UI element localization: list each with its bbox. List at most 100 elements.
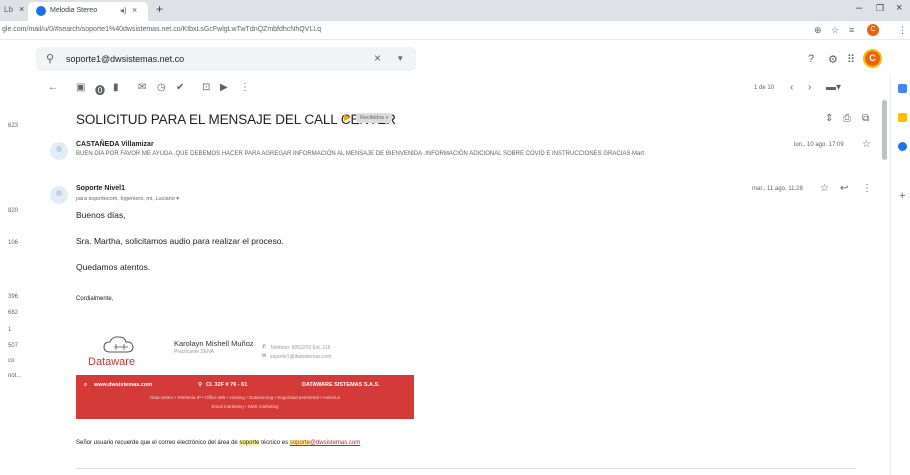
message-sender[interactable]: CASTAÑEDA Villamizar xyxy=(76,141,154,148)
active-tab[interactable]: Melodia Stereo ◂) × xyxy=(28,2,148,21)
logo-wordmark: Dataware xyxy=(88,356,136,368)
banner-location-icon: ⚲ xyxy=(198,382,203,388)
clear-search-icon[interactable]: × xyxy=(374,51,381,65)
delete-icon[interactable]: ▮ xyxy=(113,82,119,93)
message-date: mar., 11 ago. 11:28 xyxy=(752,186,803,192)
tab-favicon-icon xyxy=(36,6,46,16)
browser-profile-avatar[interactable]: C xyxy=(867,24,879,36)
move-to-icon[interactable]: ⊡ xyxy=(202,82,210,93)
more-message-options-icon[interactable]: ⋮ xyxy=(862,183,872,194)
report-spam-icon[interactable]: ⓿ xyxy=(95,82,105,97)
add-task-icon[interactable]: ✔ xyxy=(176,82,184,93)
banner-services: Data center • Telefonía IP • Office 365 … xyxy=(149,395,341,400)
calendar-icon[interactable] xyxy=(898,84,907,93)
sidebar-count[interactable]: co xyxy=(8,358,14,364)
help-icon[interactable]: ? xyxy=(808,53,814,65)
star-icon[interactable]: ☆ xyxy=(862,139,871,150)
sidebar-count[interactable]: 820 xyxy=(8,208,18,214)
sidebar-count[interactable]: 396 xyxy=(8,294,18,300)
body-greeting: Buenos días, xyxy=(76,210,126,220)
keep-icon[interactable] xyxy=(898,113,907,122)
archive-icon[interactable]: ▣ xyxy=(76,82,85,93)
browser-tab-strip: Lb × Melodia Stereo ◂) × + – ❐ × xyxy=(0,0,910,21)
zoom-icon[interactable]: ⊕ xyxy=(814,25,822,36)
banner-web-icon: ⌕ xyxy=(84,382,88,388)
address-bar: gle.com/mail/u/0/#search/soporte1%40dwsi… xyxy=(0,21,910,40)
new-window-icon[interactable]: ⧉ xyxy=(862,113,869,124)
url-text[interactable]: gle.com/mail/u/0/#search/soporte1%40dwsi… xyxy=(2,26,321,33)
newer-icon[interactable]: ‹ xyxy=(790,82,793,93)
minimize-icon[interactable]: – xyxy=(856,2,862,14)
mail-icon: ✉ xyxy=(262,353,267,359)
important-marker-icon[interactable]: ▶ xyxy=(344,112,351,123)
banner-address: Cl. 32F # 76 - 61 xyxy=(206,382,248,388)
star-icon[interactable]: ☆ xyxy=(820,183,829,194)
message-sender[interactable]: Soporte Nivel1 xyxy=(76,185,125,192)
message-date: lun., 10 ago. 17:09 xyxy=(794,142,844,148)
older-icon[interactable]: › xyxy=(808,82,811,93)
snooze-icon[interactable]: ◷ xyxy=(157,82,166,93)
close-tab-icon[interactable]: × xyxy=(132,5,137,15)
close-tab-icon[interactable]: × xyxy=(19,4,24,14)
phone-icon: ✆ xyxy=(262,344,267,350)
mark-unread-icon[interactable]: ✉ xyxy=(138,82,146,93)
signature-phone: Teléfono: 6052203 Ext. 116 xyxy=(270,345,331,351)
label-icon[interactable]: ▶ xyxy=(220,82,228,93)
notice-text: Señor usuario recuerde que el correo ele… xyxy=(76,440,240,446)
search-icon[interactable]: ⚲ xyxy=(46,52,54,65)
signature-name: Karolayn Mishell Muñoz xyxy=(174,339,254,348)
tasks-icon[interactable] xyxy=(898,142,907,151)
scrollbar-thumb[interactable] xyxy=(882,100,887,160)
print-icon[interactable]: ⎙ xyxy=(843,113,851,124)
sidebar-count[interactable]: 507 xyxy=(8,343,18,349)
signature-email[interactable]: soporte1@dwsistemas.com xyxy=(270,354,332,360)
more-options-icon[interactable]: ⋮ xyxy=(240,82,250,93)
previous-tab-fragment[interactable]: Lb xyxy=(4,5,13,14)
browser-menu-icon[interactable]: ⋮ xyxy=(898,25,907,36)
notice-highlight: soporte xyxy=(239,440,260,446)
sidebar-count[interactable]: 106 xyxy=(8,240,18,246)
search-options-icon[interactable]: ▾ xyxy=(398,53,403,64)
gmail-header: ⚲ soporte1@dwsistemas.net.co × ▾ xyxy=(0,40,910,76)
sender-avatar xyxy=(50,186,68,204)
settings-icon[interactable]: ⚙ xyxy=(828,53,838,66)
signature-role: Practicante SENA xyxy=(174,349,215,355)
support-email-link[interactable]: soporte@dwsistemas.com xyxy=(289,440,360,446)
maximize-icon[interactable]: ❐ xyxy=(876,3,884,14)
body-paragraph: Sra. Martha, solicitamos audio para real… xyxy=(76,236,284,246)
search-bar[interactable]: ⚲ soporte1@dwsistemas.net.co × ▾ xyxy=(36,47,416,71)
window-close-icon[interactable]: × xyxy=(896,2,902,14)
search-input[interactable]: soporte1@dwsistemas.net.co xyxy=(66,54,184,64)
bookmark-star-icon[interactable]: ☆ xyxy=(831,25,839,36)
tab-title: Melodia Stereo xyxy=(50,7,98,14)
side-panel-rail xyxy=(890,76,910,475)
sender-avatar xyxy=(50,142,68,160)
reading-list-icon[interactable]: ≡ xyxy=(849,25,854,35)
audio-icon[interactable]: ◂) xyxy=(120,6,127,15)
recipients-line[interactable]: para soportecom, Ingeniero, mí, Luciano … xyxy=(76,196,179,202)
sidebar-count[interactable]: 682 xyxy=(8,310,18,316)
add-addon-icon[interactable]: + xyxy=(899,190,905,202)
reply-icon[interactable]: ↩ xyxy=(840,183,848,194)
sidebar-count[interactable]: 1 xyxy=(8,327,11,333)
sidebar-count[interactable]: not... xyxy=(8,373,21,379)
dataware-logo: Dataware xyxy=(88,334,158,372)
divider xyxy=(76,468,856,469)
input-tools-icon[interactable]: ▬▾ xyxy=(826,82,841,93)
new-tab-icon[interactable]: + xyxy=(156,2,163,16)
inbox-label-chip[interactable]: Recibidos x xyxy=(356,113,393,123)
notice-text: técnico es xyxy=(259,440,290,446)
message-snippet[interactable]: BUEN DIA POR FAVOR ME AYUDA .QUE DEBEMOS… xyxy=(76,151,644,157)
expand-all-icon[interactable]: ⇕ xyxy=(825,113,833,124)
signature-banner: ⌕ www.dwsistemas.com ⚲ Cl. 32F # 76 - 61… xyxy=(76,375,414,419)
back-arrow-icon[interactable]: ← xyxy=(48,82,58,93)
pagination-count: 1 de 10 xyxy=(754,85,775,91)
account-avatar[interactable]: C xyxy=(863,49,882,68)
banner-company: DATAWARE SISTEMAS S.A.S. xyxy=(302,382,380,388)
support-notice: Señor usuario recuerde que el correo ele… xyxy=(76,440,360,446)
apps-grid-icon[interactable]: ⠿ xyxy=(847,53,855,66)
sidebar-count[interactable]: 623 xyxy=(8,123,18,129)
banner-services: Email marketing • SMS marketing xyxy=(211,404,279,409)
body-closing: Cordialmente, xyxy=(76,296,114,302)
banner-website[interactable]: www.dwsistemas.com xyxy=(94,382,152,388)
